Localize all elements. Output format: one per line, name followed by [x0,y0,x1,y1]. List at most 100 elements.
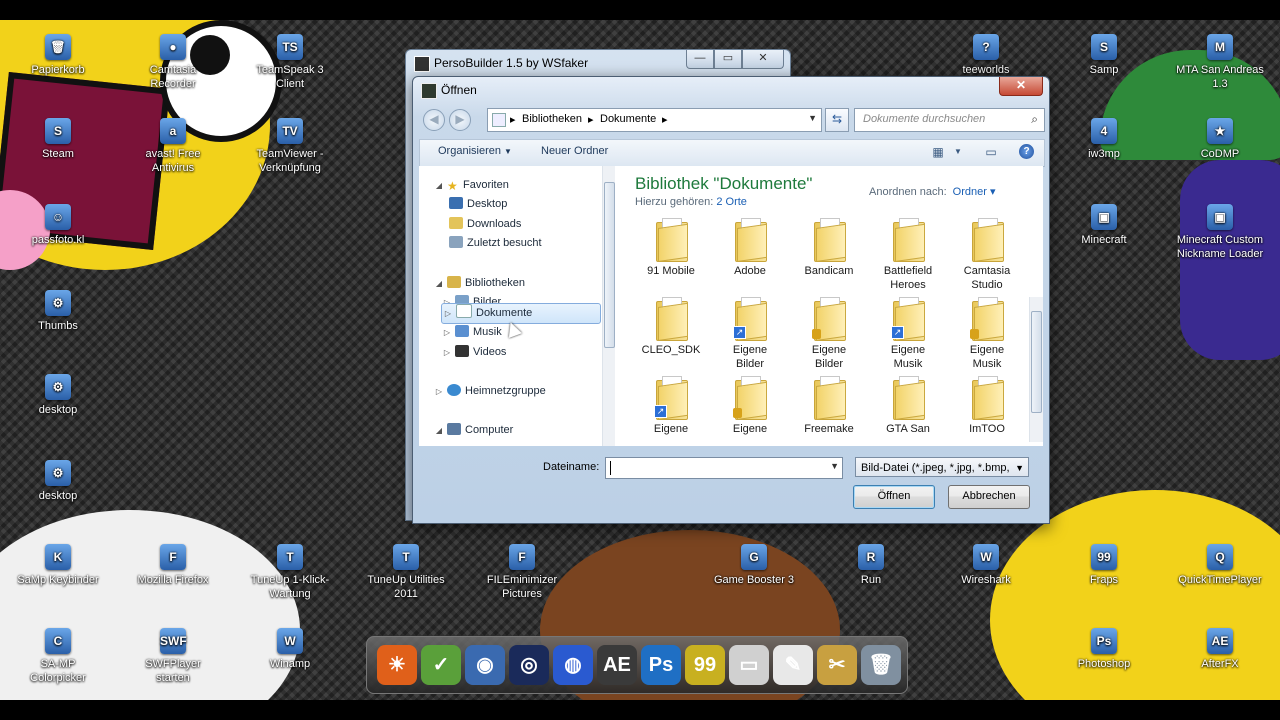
desktop-icon-item[interactable]: ★ CoDMP [1175,118,1265,161]
dock-item-icon[interactable]: 🗑 [861,645,901,685]
desktop-icon-item[interactable]: ⚙ desktop [13,460,103,503]
desktop-icon-item[interactable]: ⚙ Thumbs [13,290,103,333]
dock-item-icon[interactable]: AE [597,645,637,685]
nav-item-recent[interactable]: Zuletzt besucht [447,234,542,253]
desktop-icon-item[interactable]: W Winamp [245,628,335,671]
desktop-icon-item[interactable]: W Wireshark [941,544,1031,587]
folder-item[interactable]: ImTOO [948,376,1026,436]
desktop-icon-item[interactable]: ☺ passfoto.kl [13,204,103,247]
desktop-icon-item[interactable]: S Samp [1059,34,1149,77]
nav-computer[interactable]: ◢ Computer [433,421,513,440]
filename-input[interactable]: ▼ [605,457,843,479]
content-scrollbar[interactable] [1029,297,1043,442]
dock-item-icon[interactable]: ▭ [729,645,769,685]
dock-item-icon[interactable]: ◎ [509,645,549,685]
folder-item[interactable]: 91 Mobile [632,218,710,278]
close-button[interactable]: ✕ [742,50,784,69]
view-options-icon[interactable]: ▦ [930,144,946,160]
desktop-icon-item[interactable]: G Game Booster 3 [709,544,799,587]
organize-button[interactable]: Organisieren ▼ [438,145,512,157]
preview-pane-icon[interactable]: ▭ [983,144,999,160]
includes-link[interactable]: 2 Orte [716,196,747,208]
chevron-down-icon[interactable]: ▼ [830,461,839,471]
dock-item-icon[interactable]: ◍ [553,645,593,685]
open-button[interactable]: Öffnen [853,485,935,509]
folder-item[interactable]: Battlefield Heroes [869,218,947,292]
dock-item-icon[interactable]: ✂ [817,645,857,685]
nav-item-musik[interactable]: ▷ Musik [441,323,502,342]
dock-item-icon[interactable]: 99 [685,645,725,685]
nav-scrollbar[interactable] [602,166,615,446]
filetype-select[interactable]: Bild-Datei (*.jpeg, *.jpg, *.bmp, ▼ [855,457,1029,477]
address-bar[interactable]: ▸ Bibliotheken ▸ Dokumente ▸ ▼ [487,108,822,132]
desktop-icon-item[interactable]: Ps Photoshop [1059,628,1149,671]
desktop-icon-item[interactable]: M MTA San Andreas 1.3 [1175,34,1265,91]
new-folder-button[interactable]: Neuer Ordner [541,145,608,157]
desktop-icon-item[interactable]: T TuneUp Utilities 2011 [361,544,451,601]
nav-homegroup[interactable]: ▷ Heimnetzgruppe [433,382,546,401]
back-button[interactable]: ◀ [423,109,445,131]
dock-item-icon[interactable]: ✓ [421,645,461,685]
desktop-icon-item[interactable]: R Run [826,544,916,587]
desktop-icon-item[interactable]: SWF SWFPlayer starten [128,628,218,685]
desktop-icon-item[interactable]: 99 Fraps [1059,544,1149,587]
desktop-icon-item[interactable]: K SaMp Keybinder [13,544,103,587]
folder-item[interactable]: ↗ Eigene Musik [869,297,947,371]
folder-item[interactable]: Adobe [711,218,789,278]
chevron-down-icon[interactable]: ▼ [808,113,817,123]
maximize-button[interactable]: ▭ [714,50,742,69]
breadcrumb-bibliotheken[interactable]: Bibliotheken [522,113,582,125]
nav-item-dokumente[interactable]: ▷ Dokumente [441,303,601,324]
scrollbar-thumb[interactable] [604,182,615,348]
folder-item[interactable]: Bandicam [790,218,868,278]
desktop-icon-item[interactable]: TV TeamViewer - Verknüpfung [245,118,335,175]
desktop-icon-item[interactable]: ▣ Minecraft [1059,204,1149,247]
dock-item-icon[interactable]: Ps [641,645,681,685]
desktop-icon-item[interactable]: Q QuickTimePlayer [1175,544,1265,587]
desktop-icon-item[interactable]: ● Camtasia Recorder [128,34,218,91]
cancel-button[interactable]: Abbrechen [948,485,1030,509]
desktop-icon-item[interactable]: ▣ Minecraft Custom Nickname Loader [1175,204,1265,261]
arrange-dropdown[interactable]: Ordner ▾ [953,186,996,198]
desktop-icon-item[interactable]: 4 iw3mp [1059,118,1149,161]
app-icon: 99 [1091,544,1117,570]
nav-item-videos[interactable]: ▷ Videos [441,343,506,362]
desktop-icon-item[interactable]: TS TeamSpeak 3 Client [245,34,335,91]
desktop-icon-item[interactable]: a avast! Free Antivirus [128,118,218,175]
desktop-icon-item[interactable]: T TuneUp 1-Klick-Wartung [245,544,335,601]
desktop-icon-item[interactable]: S Steam [13,118,103,161]
nav-item-downloads[interactable]: Downloads [447,215,521,234]
folder-item[interactable]: CLEO_SDK [632,297,710,357]
desktop-icon-item[interactable]: C SA-MP Colorpicker [13,628,103,685]
desktop-icon-item[interactable]: F Mozilla Firefox [128,544,218,587]
breadcrumb-dokumente[interactable]: Dokumente [600,113,656,125]
folder-item[interactable]: ↗ Eigene [632,376,710,436]
refresh-button[interactable]: ⇆ [825,108,849,132]
desktop-icon-item[interactable]: 🗑 Papierkorb [13,34,103,77]
desktop-icon-item[interactable]: ⚙ desktop [13,374,103,417]
dialog-close-button[interactable]: ✕ [999,77,1043,96]
forward-button[interactable]: ▶ [449,109,471,131]
folder-item[interactable]: ↗ Eigene Bilder [711,297,789,371]
dock-item-icon[interactable]: ◉ [465,645,505,685]
search-input[interactable]: Dokumente durchsuchen ⌕ [854,108,1045,132]
nav-libraries[interactable]: ◢ Bibliotheken [433,274,525,293]
dock-item-icon[interactable]: ☀ [377,645,417,685]
folder-item[interactable]: Eigene [711,376,789,436]
desktop-icon-item[interactable]: F FILEminimizer Pictures [477,544,567,601]
folder-item[interactable]: Eigene Musik [948,297,1026,371]
folder-item[interactable]: GTA San [869,376,947,436]
chevron-down-icon[interactable]: ▼ [950,144,966,160]
dock-item-icon[interactable]: ✎ [773,645,813,685]
desktop-icon-label: Photoshop [1077,658,1131,670]
desktop-icon-item[interactable]: AE AfterFX [1175,628,1265,671]
nav-favorites[interactable]: ◢ ★ Favoriten [433,176,509,195]
desktop-icon-item[interactable]: ? teeworlds [941,34,1031,77]
nav-item-desktop[interactable]: Desktop [447,195,507,214]
scrollbar-thumb[interactable] [1031,311,1042,413]
folder-item[interactable]: Eigene Bilder [790,297,868,371]
minimize-button[interactable]: — [686,50,714,69]
folder-item[interactable]: Freemake [790,376,868,436]
help-icon[interactable]: ? [1019,144,1034,159]
folder-item[interactable]: Camtasia Studio [948,218,1026,292]
